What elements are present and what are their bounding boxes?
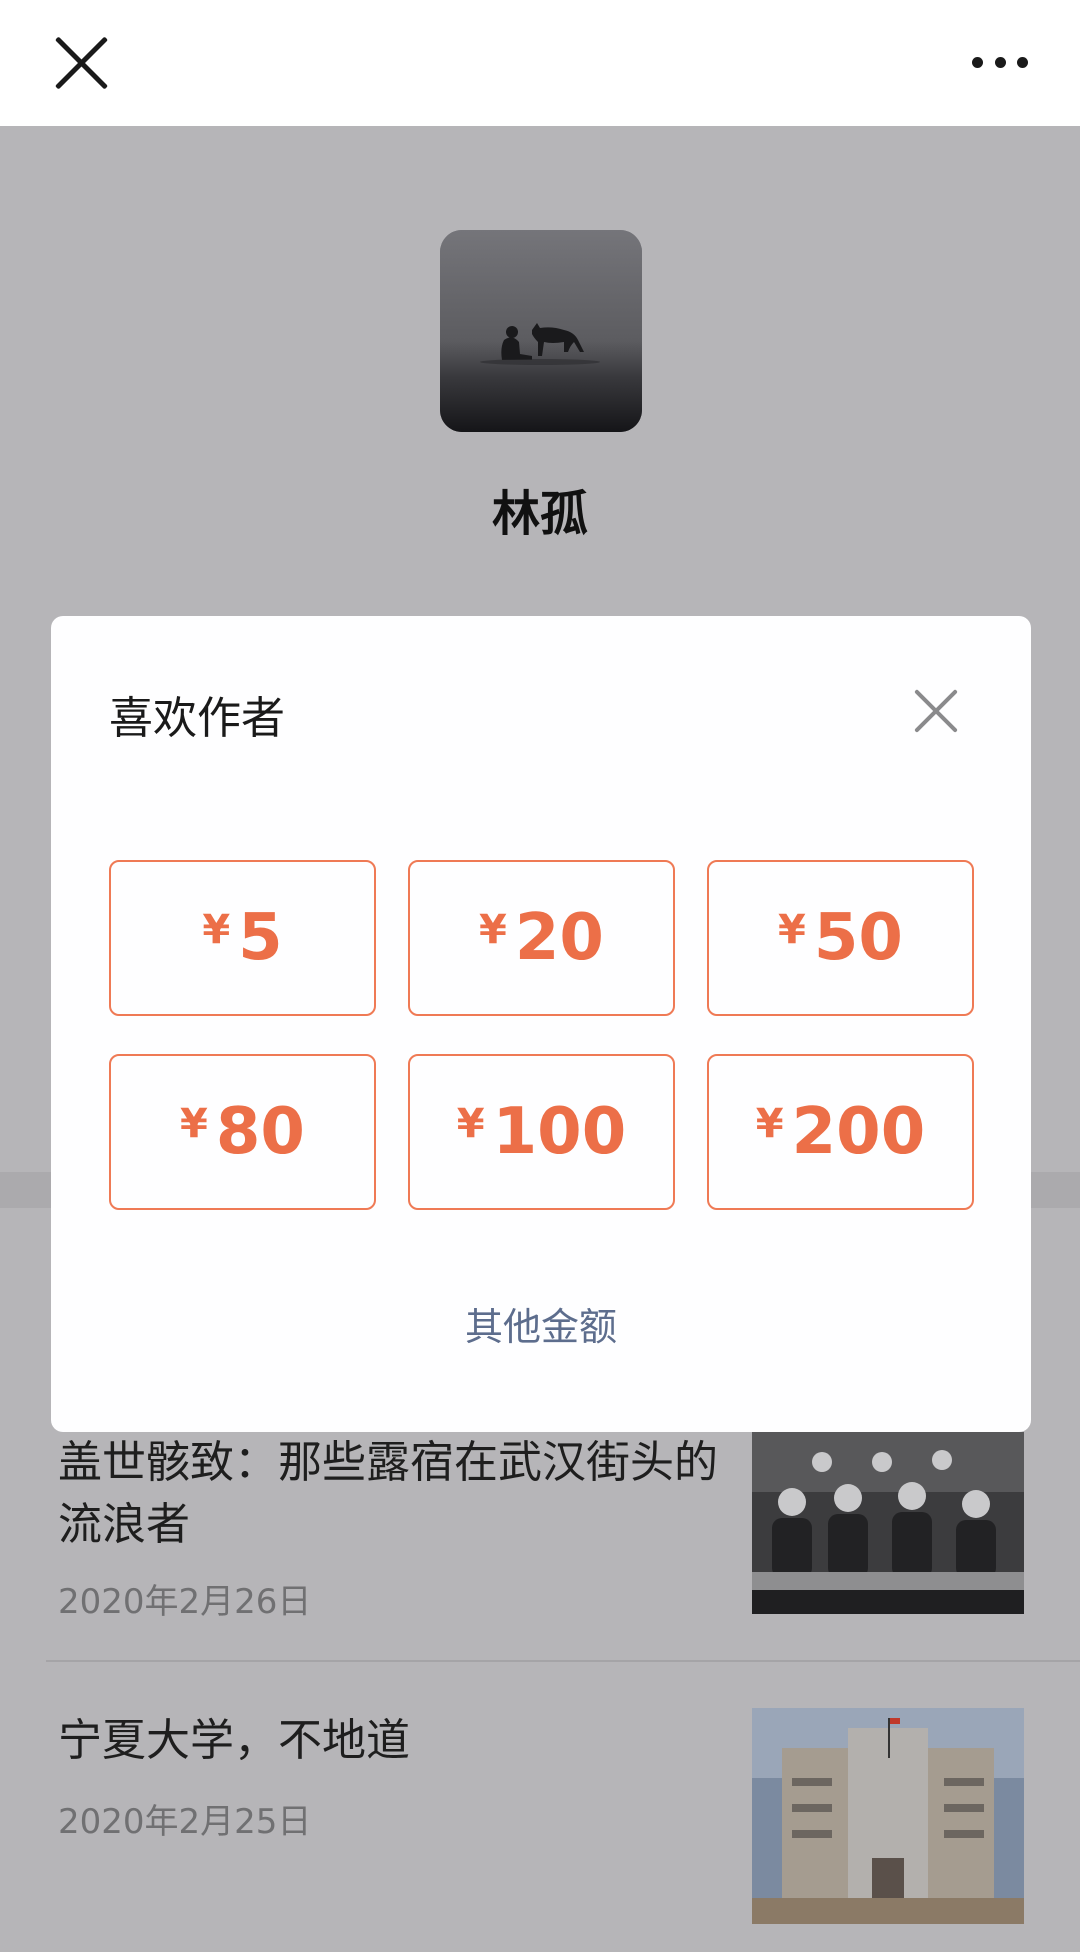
amount-button-80[interactable]: ¥ 80 bbox=[109, 1054, 376, 1210]
article-list-item[interactable]: 宁夏大学，不地道 2020年2月25日 bbox=[0, 1662, 1080, 1952]
amount-options: ¥ 5 ¥ 20 ¥ 50 ¥ 80 ¥ 100 ¥ 200 bbox=[109, 860, 975, 1210]
amount-value: 80 bbox=[215, 1095, 305, 1169]
article-thumbnail bbox=[752, 1708, 1024, 1924]
close-icon[interactable] bbox=[913, 688, 959, 734]
modal-title: 喜欢作者 bbox=[109, 693, 285, 744]
article-date: 2020年2月25日 bbox=[58, 1802, 312, 1842]
amount-value: 200 bbox=[791, 1095, 926, 1169]
more-options-icon[interactable] bbox=[972, 52, 1028, 72]
yen-symbol: ¥ bbox=[479, 907, 507, 953]
amount-value: 100 bbox=[492, 1095, 627, 1169]
article-title: 宁夏大学，不地道 bbox=[58, 1715, 410, 1766]
top-bar bbox=[0, 0, 1080, 126]
yen-symbol: ¥ bbox=[202, 907, 231, 953]
amount-value: 20 bbox=[514, 901, 604, 975]
article-date: 2020年2月26日 bbox=[58, 1582, 312, 1622]
amount-button-50[interactable]: ¥ 50 bbox=[707, 860, 974, 1016]
author-avatar[interactable] bbox=[440, 230, 642, 432]
tip-modal: 喜欢作者 ¥ 5 ¥ 20 ¥ 50 ¥ 80 ¥ 100 ¥ 200 其他金额 bbox=[51, 616, 1031, 1432]
article-title: 盖世骸致：那些露宿在武汉街头的流浪者 bbox=[58, 1437, 718, 1550]
close-icon[interactable] bbox=[52, 34, 110, 92]
yen-symbol: ¥ bbox=[456, 1101, 485, 1147]
amount-button-100[interactable]: ¥ 100 bbox=[408, 1054, 675, 1210]
amount-value: 50 bbox=[813, 901, 903, 975]
amount-button-5[interactable]: ¥ 5 bbox=[109, 860, 376, 1016]
yen-symbol: ¥ bbox=[778, 907, 806, 953]
yen-symbol: ¥ bbox=[180, 1101, 208, 1147]
author-name: 林孤 bbox=[491, 486, 588, 542]
amount-button-200[interactable]: ¥ 200 bbox=[707, 1054, 974, 1210]
yen-symbol: ¥ bbox=[755, 1101, 784, 1147]
other-amount-link[interactable]: 其他金额 bbox=[51, 1296, 1031, 1351]
amount-button-20[interactable]: ¥ 20 bbox=[408, 860, 675, 1016]
amount-value: 5 bbox=[238, 901, 283, 975]
avatar-image bbox=[440, 230, 642, 432]
article-thumbnail bbox=[752, 1432, 1024, 1614]
